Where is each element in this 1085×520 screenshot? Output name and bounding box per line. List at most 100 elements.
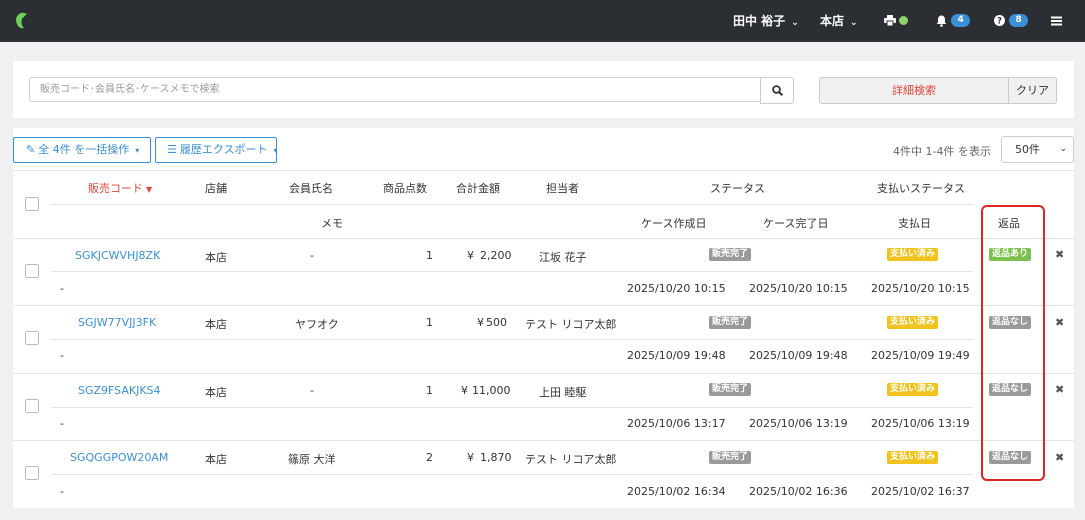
- search-button[interactable]: [760, 77, 794, 104]
- currency-symbol: ¥: [467, 249, 474, 262]
- divider: [13, 440, 1074, 441]
- column-completed: ケース完了日: [763, 217, 829, 230]
- completed-date-cell: 2025/10/06 13:19: [749, 417, 848, 430]
- column-store: 店舗: [205, 182, 227, 195]
- member-cell: 篠原 大洋: [288, 453, 336, 466]
- staff-cell: 江坂 花子: [539, 251, 587, 264]
- memo-cell: -: [60, 417, 64, 430]
- payment-status-badge: 支払い済み: [887, 248, 939, 261]
- items-cell: 2: [426, 451, 433, 464]
- memo-cell: -: [60, 485, 64, 498]
- notification-badge: 4: [951, 14, 971, 27]
- per-page-select[interactable]: 50件 ⌄: [1001, 136, 1074, 163]
- created-date-cell: 2025/10/20 10:15: [627, 282, 726, 295]
- divider: [51, 339, 973, 340]
- bulk-action-button[interactable]: ✎ 全 4件 を一括操作 ▾: [13, 137, 151, 163]
- export-history-button[interactable]: ☰ 履歴エクスポート ▾: [155, 137, 278, 163]
- payment-status-badge: 支払い済み: [887, 316, 939, 329]
- items-cell: 1: [426, 384, 433, 397]
- remove-row-icon[interactable]: ✖: [1055, 451, 1064, 464]
- remove-row-icon[interactable]: ✖: [1055, 383, 1064, 396]
- list-icon: ☰: [167, 143, 177, 156]
- clear-button[interactable]: クリア: [1008, 77, 1057, 104]
- row-checkbox[interactable]: [25, 399, 39, 413]
- store-cell: 本店: [205, 318, 227, 331]
- edit-icon: ✎: [26, 143, 36, 156]
- row-checkbox[interactable]: [25, 264, 39, 278]
- currency-symbol: ¥: [467, 451, 474, 464]
- paid-date-cell: 2025/10/09 19:49: [871, 349, 970, 362]
- divider: [13, 305, 1074, 306]
- remove-row-icon[interactable]: ✖: [1055, 316, 1064, 329]
- notifications[interactable]: 4: [936, 0, 971, 42]
- advanced-search-button[interactable]: 詳細検索: [819, 77, 1009, 104]
- total-cell: 2,200: [480, 249, 512, 262]
- row-checkbox[interactable]: [25, 466, 39, 480]
- column-staff: 担当者: [546, 182, 579, 195]
- column-created: ケース作成日: [641, 217, 707, 230]
- status-badge: 販売完了: [709, 248, 752, 261]
- sort-column-code[interactable]: 販売コード ▼: [88, 180, 152, 196]
- divider: [51, 271, 973, 272]
- created-date-cell: 2025/10/06 13:17: [627, 417, 726, 430]
- divider: [51, 204, 973, 205]
- sale-code-link[interactable]: SGZ9FSAKJKS4: [78, 384, 161, 397]
- question-circle-icon: ?: [994, 15, 1005, 27]
- store-cell: 本店: [205, 453, 227, 466]
- column-code-label: 販売コード: [88, 182, 143, 195]
- paid-date-cell: 2025/10/02 16:37: [871, 485, 970, 498]
- store-cell: 本店: [205, 386, 227, 399]
- hamburger-menu-button[interactable]: [1051, 0, 1062, 42]
- created-date-cell: 2025/10/02 16:34: [627, 485, 726, 498]
- help-badge: 8: [1009, 14, 1029, 27]
- store-menu[interactable]: 本店 ⌄: [820, 0, 858, 42]
- user-menu[interactable]: 田中 裕子 ⌄: [733, 0, 799, 42]
- caret-down-icon: ▾: [135, 146, 140, 155]
- printer-status[interactable]: [884, 0, 908, 42]
- user-name: 田中 裕子: [733, 14, 786, 28]
- staff-cell: テスト リコア太郎: [525, 453, 617, 466]
- app-logo[interactable]: [13, 12, 29, 30]
- search-placeholder: 販売コード･会員氏名･ケースメモで検索: [40, 84, 220, 95]
- remove-row-icon[interactable]: ✖: [1055, 248, 1064, 261]
- member-cell: -: [310, 384, 314, 397]
- chevron-down-icon: ⌄: [1059, 144, 1067, 154]
- divider: [51, 474, 973, 475]
- divider: [13, 238, 1074, 239]
- divider: [13, 373, 1074, 374]
- memo-cell: -: [60, 349, 64, 362]
- status-badge: 販売完了: [709, 316, 752, 329]
- completed-date-cell: 2025/10/20 10:15: [749, 282, 848, 295]
- column-memo: メモ: [321, 217, 343, 230]
- printer-connected-dot: [899, 16, 908, 25]
- paid-date-cell: 2025/10/20 10:15: [871, 282, 970, 295]
- member-cell: -: [310, 249, 314, 262]
- printer-icon: [884, 15, 896, 27]
- returns-column-highlight: [981, 205, 1045, 481]
- search-input[interactable]: 販売コード･会員氏名･ケースメモで検索: [29, 77, 761, 102]
- sale-code-link[interactable]: SGJW77VJJ3FK: [78, 316, 156, 329]
- search-panel: 販売コード･会員氏名･ケースメモで検索 詳細検索 クリア: [13, 61, 1074, 118]
- store-cell: 本店: [205, 251, 227, 264]
- paid-date-cell: 2025/10/06 13:19: [871, 417, 970, 430]
- staff-cell: テスト リコア太郎: [525, 318, 617, 331]
- per-page-value: 50件: [1015, 143, 1040, 156]
- search-icon: [772, 85, 783, 96]
- store-name: 本店: [820, 14, 845, 28]
- select-all-checkbox[interactable]: [25, 197, 39, 211]
- created-date-cell: 2025/10/09 19:48: [627, 349, 726, 362]
- chevron-down-icon: ⌄: [850, 18, 858, 28]
- memo-cell: -: [60, 282, 64, 295]
- caret-down-icon: ▾: [273, 146, 278, 155]
- staff-cell: 上田 睦駆: [539, 386, 587, 399]
- row-checkbox[interactable]: [25, 331, 39, 345]
- help[interactable]: ? 8: [994, 0, 1029, 42]
- sales-list-panel: ✎ 全 4件 を一括操作 ▾ ☰ 履歴エクスポート ▾ 4件中 1-4件 を表示 50件…: [13, 128, 1074, 508]
- sale-code-link[interactable]: SGQGGPOW20AM: [70, 451, 168, 464]
- sale-code-link[interactable]: SGKJCWVHJ8ZK: [75, 249, 160, 262]
- svg-text:?: ?: [997, 17, 1002, 26]
- result-count: 4件中 1-4件 を表示: [893, 145, 991, 158]
- items-cell: 1: [426, 316, 433, 329]
- items-cell: 1: [426, 249, 433, 262]
- status-badge: 販売完了: [709, 451, 752, 464]
